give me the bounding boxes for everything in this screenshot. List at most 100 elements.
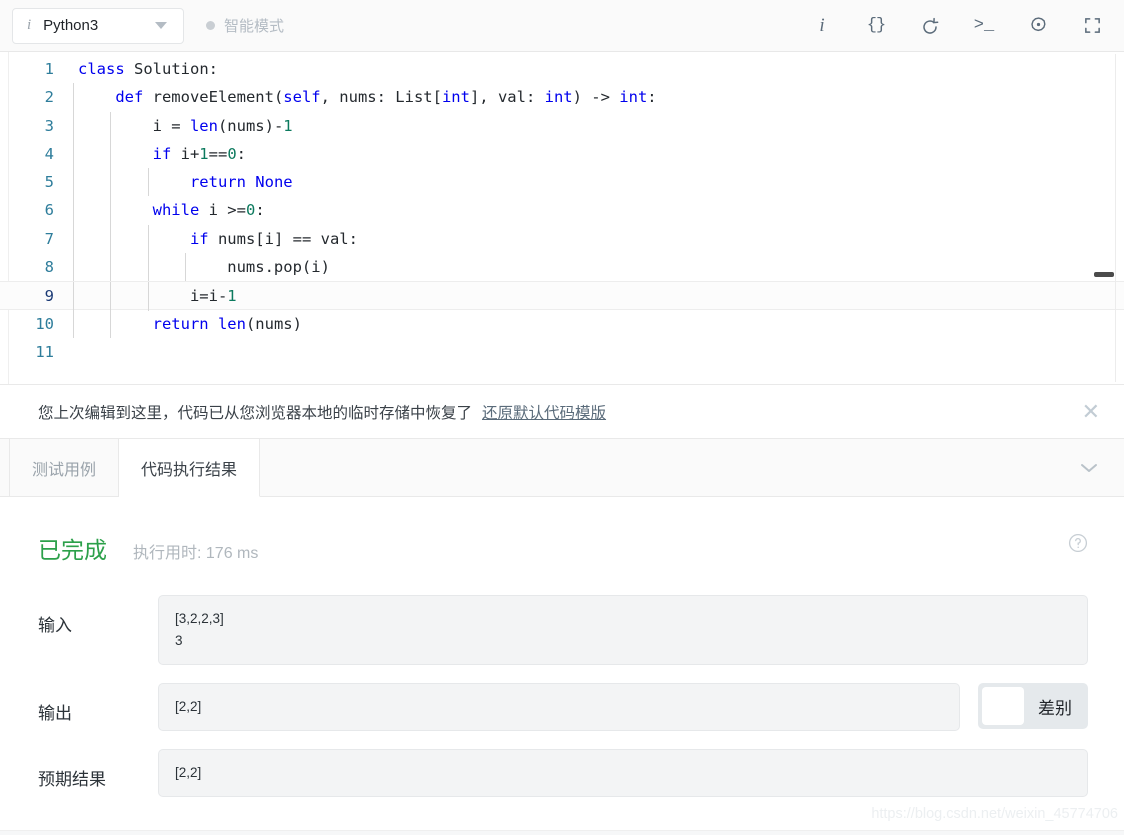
diff-toggle-label: 差别: [1038, 698, 1072, 718]
info-italic-icon: i: [27, 17, 32, 33]
field-value-line: [3,2,2,3]: [175, 611, 224, 626]
tab-test-cases[interactable]: 测试用例: [9, 439, 120, 496]
code-token: (nums): [245, 314, 302, 333]
line-number: 10: [35, 314, 54, 333]
editor-scrollbar[interactable]: [1094, 54, 1116, 382]
console-icon[interactable]: >_: [972, 14, 996, 38]
code-editor-area[interactable]: 1 class Solution: 2 def removeElement(self,…: [0, 52, 1124, 385]
code-line[interactable]: 11: [0, 338, 1124, 366]
code-token: int: [544, 88, 573, 107]
indent-guide: [73, 139, 74, 169]
watermark: https://blog.csdn.net/weixin_45774706: [871, 806, 1118, 822]
tab-execution-result[interactable]: 代码执行结果: [119, 439, 261, 497]
restore-notice-bar: 您上次编辑到这里，代码已从您浏览器本地的临时存储中恢复了 还原默认代码模版 ✕: [0, 385, 1124, 439]
code-token: int: [441, 88, 470, 107]
code-token: 1: [227, 287, 237, 306]
restore-default-template-link[interactable]: 还原默认代码模版: [482, 401, 606, 423]
code-token: len: [217, 314, 246, 333]
code-line-content: [72, 338, 1124, 366]
result-field-row: 输入 [3,2,2,3] 3: [38, 595, 1088, 665]
code-line[interactable]: 7 if nums[i] == val:: [0, 224, 1124, 254]
help-circle-icon[interactable]: [1068, 533, 1088, 553]
line-number: 2: [44, 88, 54, 107]
smart-mode-label: 智能模式: [224, 18, 285, 35]
code-line-content: return len(nums): [72, 309, 1124, 338]
chevron-down-icon: [155, 22, 167, 29]
indent-guide: [73, 224, 74, 254]
code-line-content: i = len(nums)-1: [72, 111, 1124, 140]
code-line[interactable]: 3 i = len(nums)-1: [0, 111, 1124, 140]
code-token: :: [647, 88, 657, 107]
code-token: ) ->: [572, 88, 620, 107]
code-token: i=i-: [189, 287, 228, 306]
code-token: def: [115, 88, 144, 107]
runtime-label: 执行用时: 176 ms: [133, 545, 259, 562]
code-token: :: [236, 144, 246, 163]
result-field-row: 预期结果 [2,2]: [38, 749, 1088, 797]
code-editor[interactable]: 1 class Solution: 2 def removeElement(self,…: [0, 52, 1124, 384]
code-line-content: while i >=0:: [72, 196, 1124, 225]
tab-label: 测试用例: [32, 461, 97, 479]
code-line-content: i=i-1: [72, 282, 1124, 311]
code-token: 0: [227, 144, 237, 163]
code-token: , nums: List[: [320, 88, 442, 107]
code-line[interactable]: 6 while i >=0:: [0, 196, 1124, 225]
line-number: 3: [44, 116, 54, 135]
code-line-content: def removeElement(self, nums: List[int],…: [72, 83, 1124, 112]
code-line-content: return None: [72, 168, 1124, 197]
code-line[interactable]: 5 return None: [0, 168, 1124, 197]
fullscreen-icon[interactable]: [1080, 14, 1104, 38]
indent-guide: [73, 111, 74, 140]
indent-guide: [73, 83, 74, 112]
tab-label: 代码执行结果: [141, 461, 238, 479]
diff-toggle-knob[interactable]: [982, 687, 1024, 725]
line-number: 7: [44, 229, 54, 248]
code-line[interactable]: 10 return len(nums): [0, 309, 1124, 338]
collapse-panel-chevron-down-icon[interactable]: [1078, 439, 1124, 496]
field-value-box[interactable]: [3,2,2,3] 3: [158, 595, 1088, 665]
code-line[interactable]: 9 i=i-1: [0, 281, 1124, 311]
line-number: 6: [44, 201, 54, 220]
code-token: Solution:: [124, 60, 218, 78]
code-token: None: [255, 173, 293, 192]
code-token: return: [189, 173, 246, 192]
code-line[interactable]: 1 class Solution:: [0, 55, 1124, 83]
info-icon[interactable]: i: [810, 14, 834, 38]
indent-guide: [73, 196, 74, 225]
code-token: len: [189, 116, 218, 135]
code-token: return: [152, 314, 209, 333]
field-value-box[interactable]: [2,2]: [158, 683, 960, 731]
code-token: nums[i] == val:: [208, 229, 358, 248]
code-token: class: [78, 60, 125, 78]
code-line-content: if nums[i] == val:: [72, 224, 1124, 254]
close-icon[interactable]: ✕: [1076, 397, 1106, 427]
editor-scrollbar-thumb[interactable]: [1094, 272, 1114, 277]
code-token: removeElement(: [143, 88, 284, 107]
code-line[interactable]: 2 def removeElement(self, nums: List[int]…: [0, 83, 1124, 112]
language-selector[interactable]: i Python3: [12, 7, 184, 44]
smart-mode-toggle[interactable]: 智能模式: [206, 15, 284, 36]
result-tabbar: 测试用例 代码执行结果: [0, 439, 1124, 497]
toolbar-icon-group: i {} >_: [810, 14, 1110, 38]
settings-gear-icon[interactable]: [1026, 14, 1050, 38]
status-row: 已完成 执行用时: 176 ms: [38, 531, 1088, 565]
notice-text: 您上次编辑到这里，代码已从您浏览器本地的临时存储中恢复了: [38, 404, 473, 422]
code-token: 1: [199, 144, 209, 163]
line-number: 4: [44, 144, 54, 163]
code-token: self: [283, 88, 321, 107]
code-token: i =: [152, 116, 190, 135]
field-value-box[interactable]: [2,2]: [158, 749, 1088, 797]
diff-toggle[interactable]: 差别: [978, 683, 1088, 729]
code-line[interactable]: 4 if i+1==0:: [0, 139, 1124, 169]
code-line[interactable]: 8 nums.pop(i): [0, 253, 1124, 282]
indent-guide: [73, 253, 74, 282]
reset-code-icon[interactable]: [918, 14, 942, 38]
result-fields: 输入 [3,2,2,3] 3 输出 [2,2] 差别 预期结果 [2,2]: [38, 595, 1088, 797]
field-label: 输入: [38, 616, 72, 635]
format-braces-icon[interactable]: {}: [864, 14, 888, 38]
code-token: nums.pop(i): [227, 258, 330, 277]
execution-result-panel: 已完成 执行用时: 176 ms 输入 [3,2,2,3] 3 输出 [2,2] 差别 预期…: [0, 497, 1124, 835]
status-dot-icon: [206, 21, 215, 30]
